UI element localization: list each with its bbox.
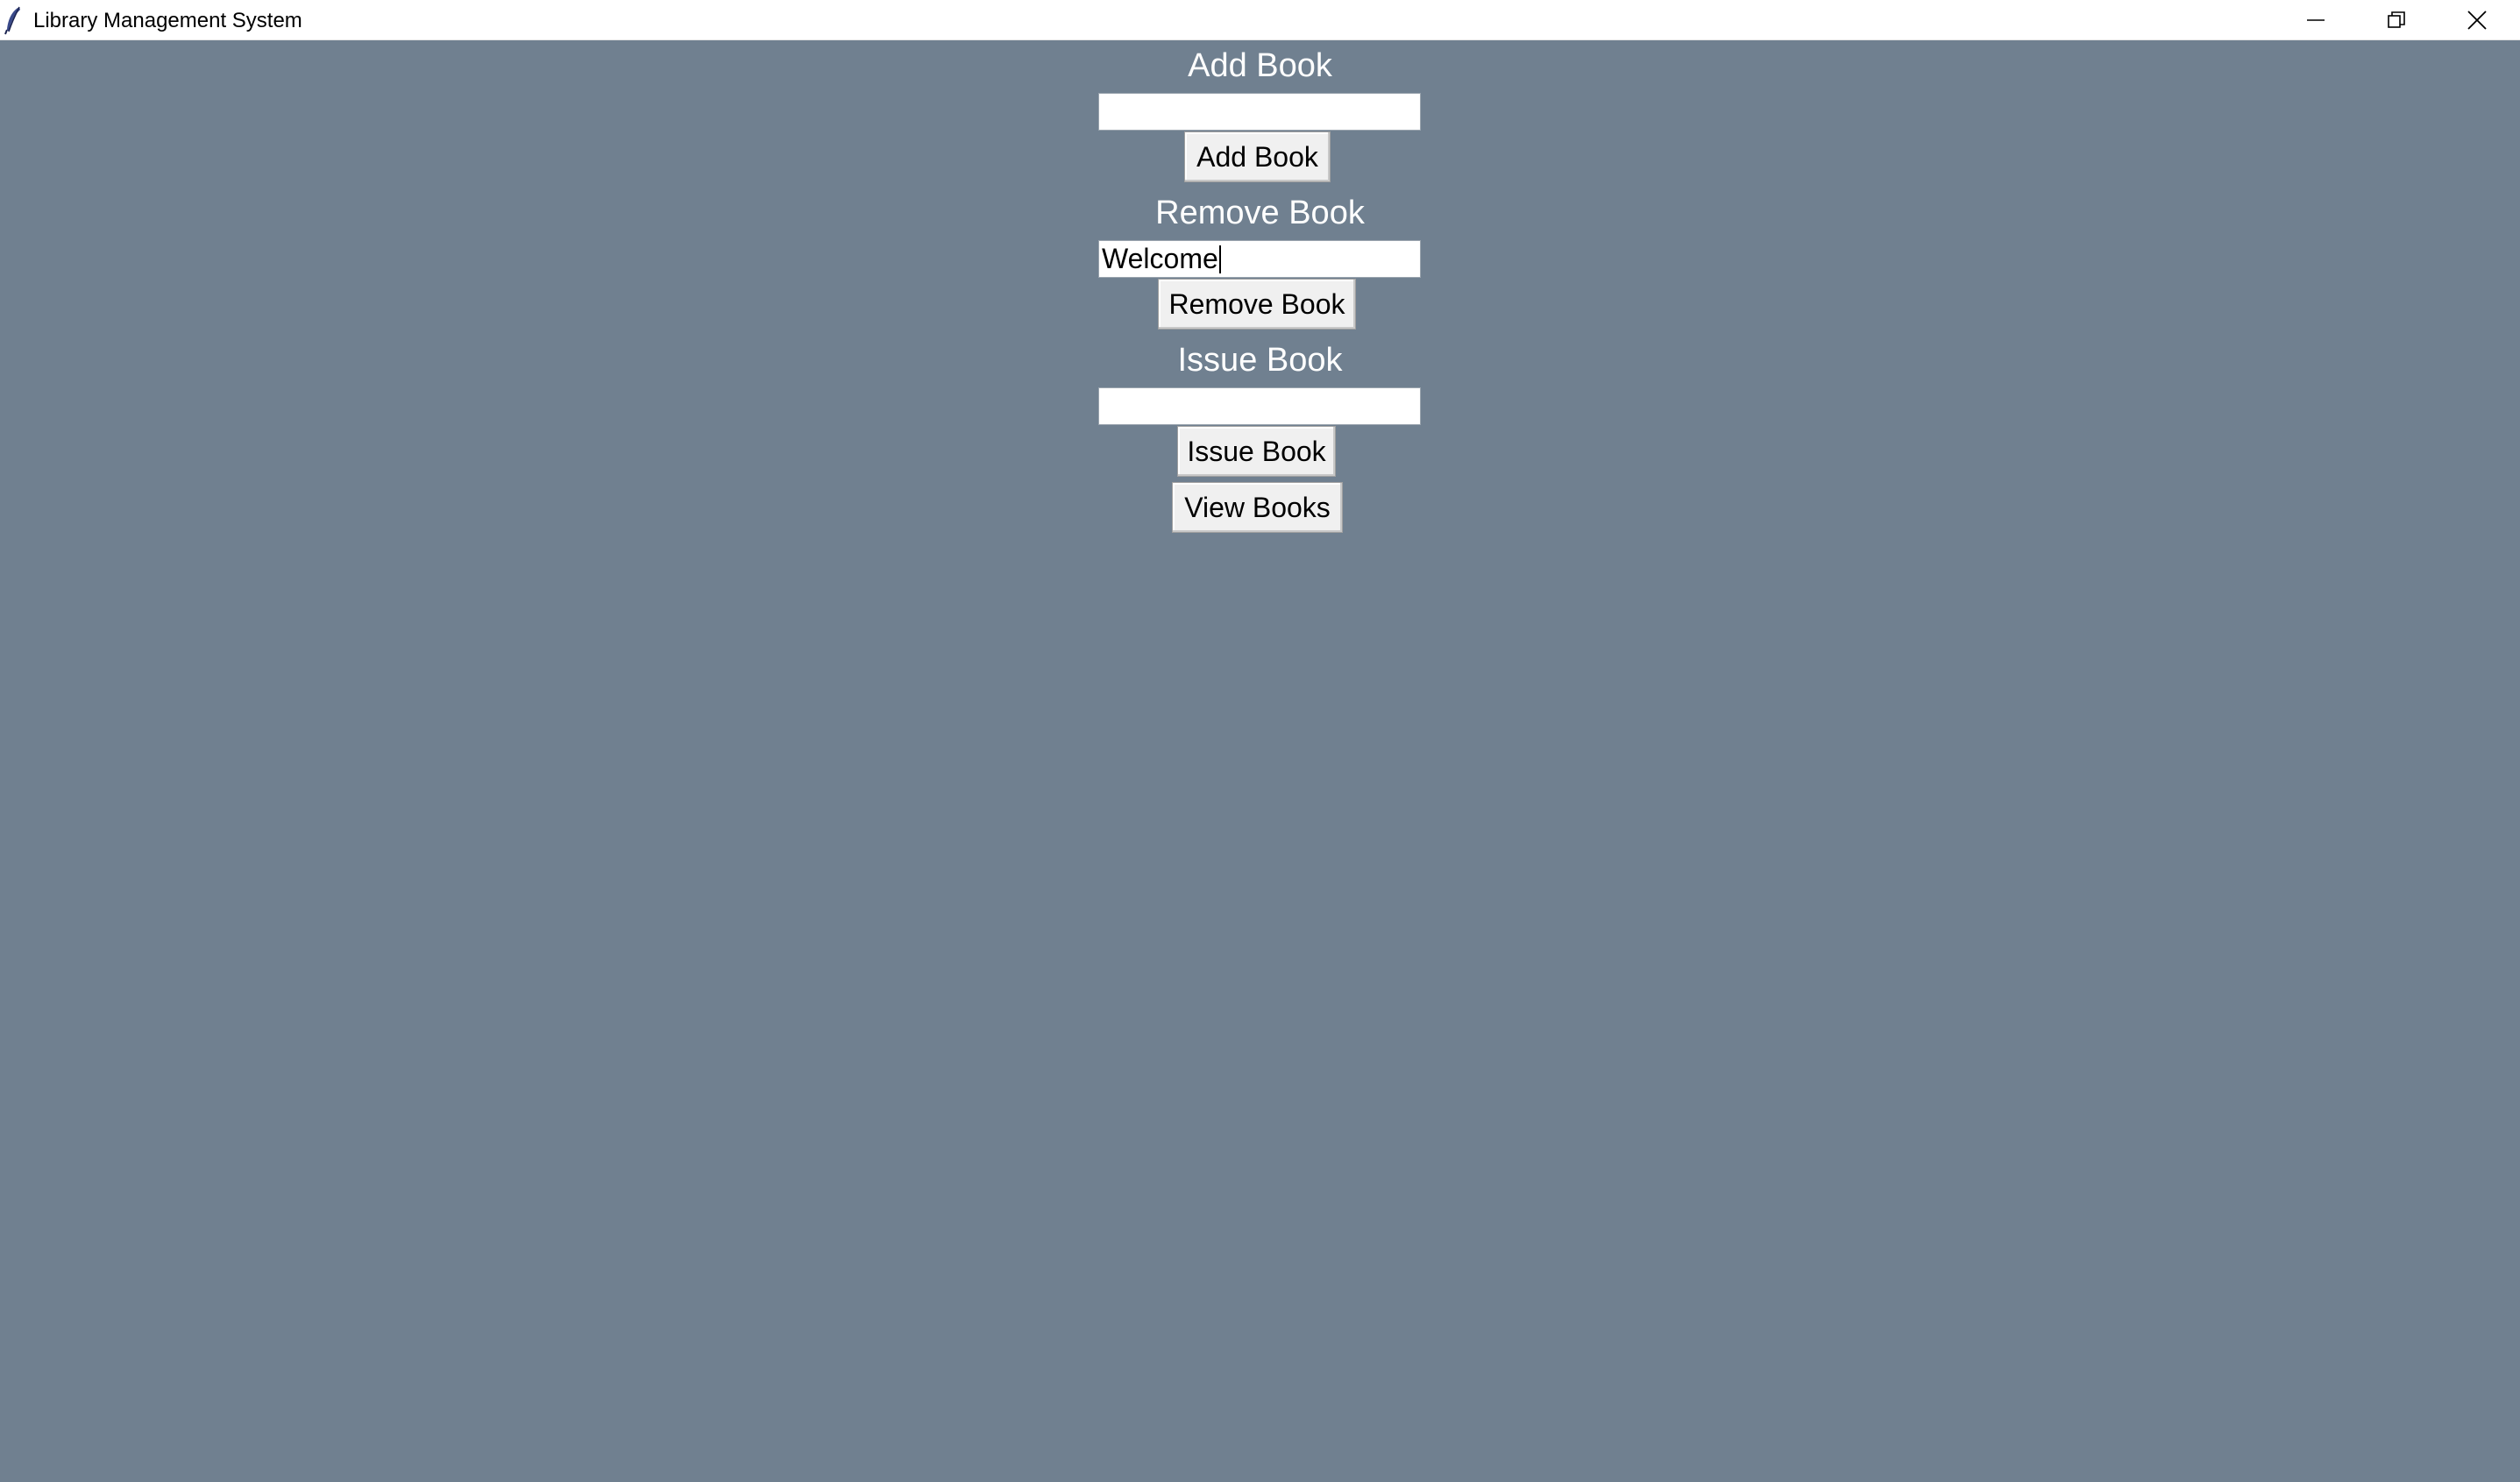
add-book-button[interactable]: Add Book — [1184, 131, 1331, 182]
remove-book-button[interactable]: Remove Book — [1158, 279, 1356, 330]
app-window: Library Management System Add Book Add B… — [0, 0, 2520, 1482]
view-books-button[interactable]: View Books — [1172, 482, 1343, 533]
close-icon — [2467, 11, 2487, 30]
add-book-heading: Add Book — [1188, 47, 1332, 84]
remove-book-heading: Remove Book — [1155, 195, 1365, 231]
maximize-button[interactable] — [2356, 0, 2437, 40]
main-panel: Add Book Add Book Remove Book Welcome Re… — [0, 40, 2520, 1482]
add-book-input[interactable] — [1098, 93, 1421, 131]
title-bar[interactable]: Library Management System — [0, 0, 2520, 40]
minimize-icon — [2307, 19, 2325, 21]
remove-book-input-value: Welcome — [1102, 243, 1218, 274]
restore-icon — [2388, 11, 2405, 28]
issue-book-heading: Issue Book — [1177, 342, 1343, 379]
window-title: Library Management System — [33, 9, 302, 32]
minimize-button[interactable] — [2275, 0, 2356, 40]
issue-book-button[interactable]: Issue Book — [1177, 426, 1336, 477]
remove-book-input[interactable]: Welcome — [1098, 240, 1421, 278]
feather-icon — [4, 6, 20, 35]
close-button[interactable] — [2437, 0, 2517, 40]
issue-book-input[interactable] — [1098, 387, 1421, 425]
text-cursor — [1218, 245, 1221, 273]
